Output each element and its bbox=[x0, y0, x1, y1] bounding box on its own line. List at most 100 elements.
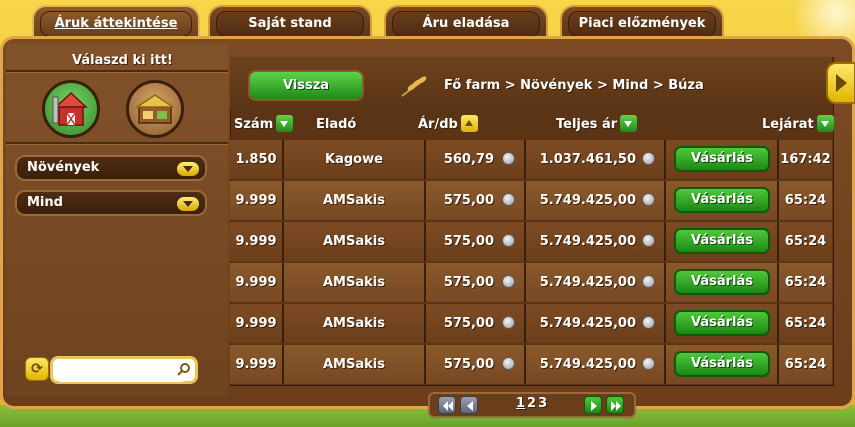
coin-icon bbox=[642, 193, 655, 206]
chevron-left-icon bbox=[467, 401, 473, 411]
category-sidebar bbox=[6, 44, 228, 396]
header-teljes[interactable]: Teljes ár bbox=[556, 113, 638, 137]
header-label: Szám bbox=[234, 117, 274, 132]
table-row: 9.999 AMSakis 575,00 5.749.425,00 Vásárl… bbox=[230, 345, 832, 384]
cell-ar: 560,79 bbox=[426, 140, 526, 179]
coin-icon bbox=[642, 357, 655, 370]
category-select[interactable]: Növények bbox=[15, 155, 207, 181]
cell-teljes: 1.037.461,50 bbox=[526, 140, 666, 179]
coin-icon bbox=[502, 193, 515, 206]
page-link[interactable]: 2 bbox=[527, 396, 536, 411]
header-lejarat[interactable]: Lejárat bbox=[762, 113, 834, 137]
cell-lejarat: 65:24 bbox=[779, 345, 832, 384]
cell-elado: AMSakis bbox=[284, 304, 426, 343]
cell-ar: 575,00 bbox=[426, 181, 526, 220]
sort-desc-icon[interactable] bbox=[816, 115, 834, 132]
chevron-down-icon bbox=[177, 197, 199, 211]
buy-button[interactable]: Vásárlás bbox=[674, 269, 770, 295]
double-chevron-left-icon bbox=[443, 401, 453, 411]
buy-button[interactable]: Vásárlás bbox=[674, 146, 770, 172]
table-row: 9.999 AMSakis 575,00 5.749.425,00 Vásárl… bbox=[230, 181, 832, 220]
coin-icon bbox=[642, 275, 655, 288]
cell-teljes: 5.749.425,00 bbox=[526, 181, 666, 220]
cell-ar: 575,00 bbox=[426, 222, 526, 261]
cell-teljes: 5.749.425,00 bbox=[526, 304, 666, 343]
buy-button[interactable]: Vásárlás bbox=[674, 351, 770, 377]
sort-desc-icon[interactable] bbox=[276, 115, 294, 132]
search-field[interactable] bbox=[50, 356, 198, 384]
coin-icon bbox=[502, 275, 515, 288]
tab-label: Piaci előzmények bbox=[568, 11, 716, 37]
table-row: 9.999 AMSakis 575,00 5.749.425,00 Vásárl… bbox=[230, 222, 832, 261]
first-page-button[interactable] bbox=[438, 396, 456, 414]
tab-aru-eladasa[interactable]: Áru eladása bbox=[384, 5, 548, 39]
cell-action: Vásárlás bbox=[666, 345, 779, 384]
refresh-icon: ⟳ bbox=[31, 361, 43, 377]
buy-button[interactable]: Vásárlás bbox=[674, 187, 770, 213]
cell-ar: 575,00 bbox=[426, 263, 526, 302]
wheat-icon bbox=[401, 76, 427, 97]
page-link[interactable]: 1 bbox=[516, 396, 525, 411]
table-row: 9.999 AMSakis 575,00 5.749.425,00 Vásárl… bbox=[230, 263, 832, 302]
double-chevron-right-icon bbox=[611, 401, 621, 411]
header-elado: Eladó bbox=[316, 113, 356, 137]
cell-action: Vásárlás bbox=[666, 263, 779, 302]
cell-elado: Kagowe bbox=[284, 140, 426, 179]
divider bbox=[6, 70, 228, 73]
search-input[interactable] bbox=[59, 360, 183, 382]
chevron-right-icon bbox=[591, 401, 597, 411]
cell-lejarat: 65:24 bbox=[779, 263, 832, 302]
sort-desc-icon[interactable] bbox=[620, 115, 638, 132]
cell-szam: 9.999 bbox=[230, 222, 284, 261]
page-numbers: 123 bbox=[516, 396, 549, 411]
next-page-button[interactable] bbox=[584, 396, 602, 414]
last-page-button[interactable] bbox=[606, 396, 624, 414]
cell-lejarat: 65:24 bbox=[779, 304, 832, 343]
category-select-value: Növények bbox=[27, 160, 100, 175]
cell-lejarat: 65:24 bbox=[779, 222, 832, 261]
header-label: Teljes ár bbox=[556, 117, 618, 132]
coin-icon bbox=[642, 234, 655, 247]
pick-label: Válaszd ki itt! bbox=[72, 53, 173, 68]
refresh-button[interactable]: ⟳ bbox=[25, 357, 49, 381]
prev-page-button[interactable] bbox=[460, 396, 478, 414]
coin-icon bbox=[642, 152, 655, 165]
shop-icon[interactable] bbox=[126, 80, 184, 138]
table-row: 9.999 AMSakis 575,00 5.749.425,00 Vásárl… bbox=[230, 304, 832, 343]
cell-szam: 9.999 bbox=[230, 263, 284, 302]
search-icon[interactable] bbox=[177, 362, 191, 376]
cell-szam: 9.999 bbox=[230, 345, 284, 384]
cell-ar: 575,00 bbox=[426, 304, 526, 343]
cell-teljes: 5.749.425,00 bbox=[526, 345, 666, 384]
farm-icon[interactable] bbox=[42, 80, 100, 138]
cell-teljes: 5.749.425,00 bbox=[526, 263, 666, 302]
buy-button[interactable]: Vásárlás bbox=[674, 310, 770, 336]
cell-action: Vásárlás bbox=[666, 222, 779, 261]
coin-icon bbox=[502, 357, 515, 370]
buy-button[interactable]: Vásárlás bbox=[674, 228, 770, 254]
tab-aruk-attekintese[interactable]: Áruk áttekintése bbox=[32, 5, 200, 39]
header-szam[interactable]: Szám bbox=[234, 113, 294, 137]
tab-label: Áruk áttekintése bbox=[40, 11, 192, 37]
divider bbox=[6, 142, 228, 145]
header-label: Eladó bbox=[316, 117, 357, 132]
cell-szam: 9.999 bbox=[230, 304, 284, 343]
subcategory-select[interactable]: Mind bbox=[15, 190, 207, 216]
tab-piaci-elozmenyek[interactable]: Piaci előzmények bbox=[560, 5, 724, 39]
page-link[interactable]: 3 bbox=[538, 396, 547, 411]
breadcrumb: Fő farm > Növények > Mind > Búza bbox=[444, 78, 704, 93]
back-button[interactable]: Vissza bbox=[248, 70, 364, 101]
header-ar[interactable]: Ár/db bbox=[418, 113, 478, 137]
coin-icon bbox=[502, 316, 515, 329]
coin-icon bbox=[502, 234, 515, 247]
cell-szam: 9.999 bbox=[230, 181, 284, 220]
coin-icon bbox=[502, 152, 515, 165]
cell-szam: 1.850 bbox=[230, 140, 284, 179]
chevron-down-icon bbox=[177, 162, 199, 176]
cell-elado: AMSakis bbox=[284, 263, 426, 302]
cell-teljes: 5.749.425,00 bbox=[526, 222, 666, 261]
sort-asc-icon[interactable] bbox=[460, 115, 478, 132]
header-label: Ár/db bbox=[418, 117, 458, 132]
tab-sajat-stand[interactable]: Saját stand bbox=[208, 5, 372, 39]
next-arrow-button[interactable] bbox=[826, 62, 855, 104]
